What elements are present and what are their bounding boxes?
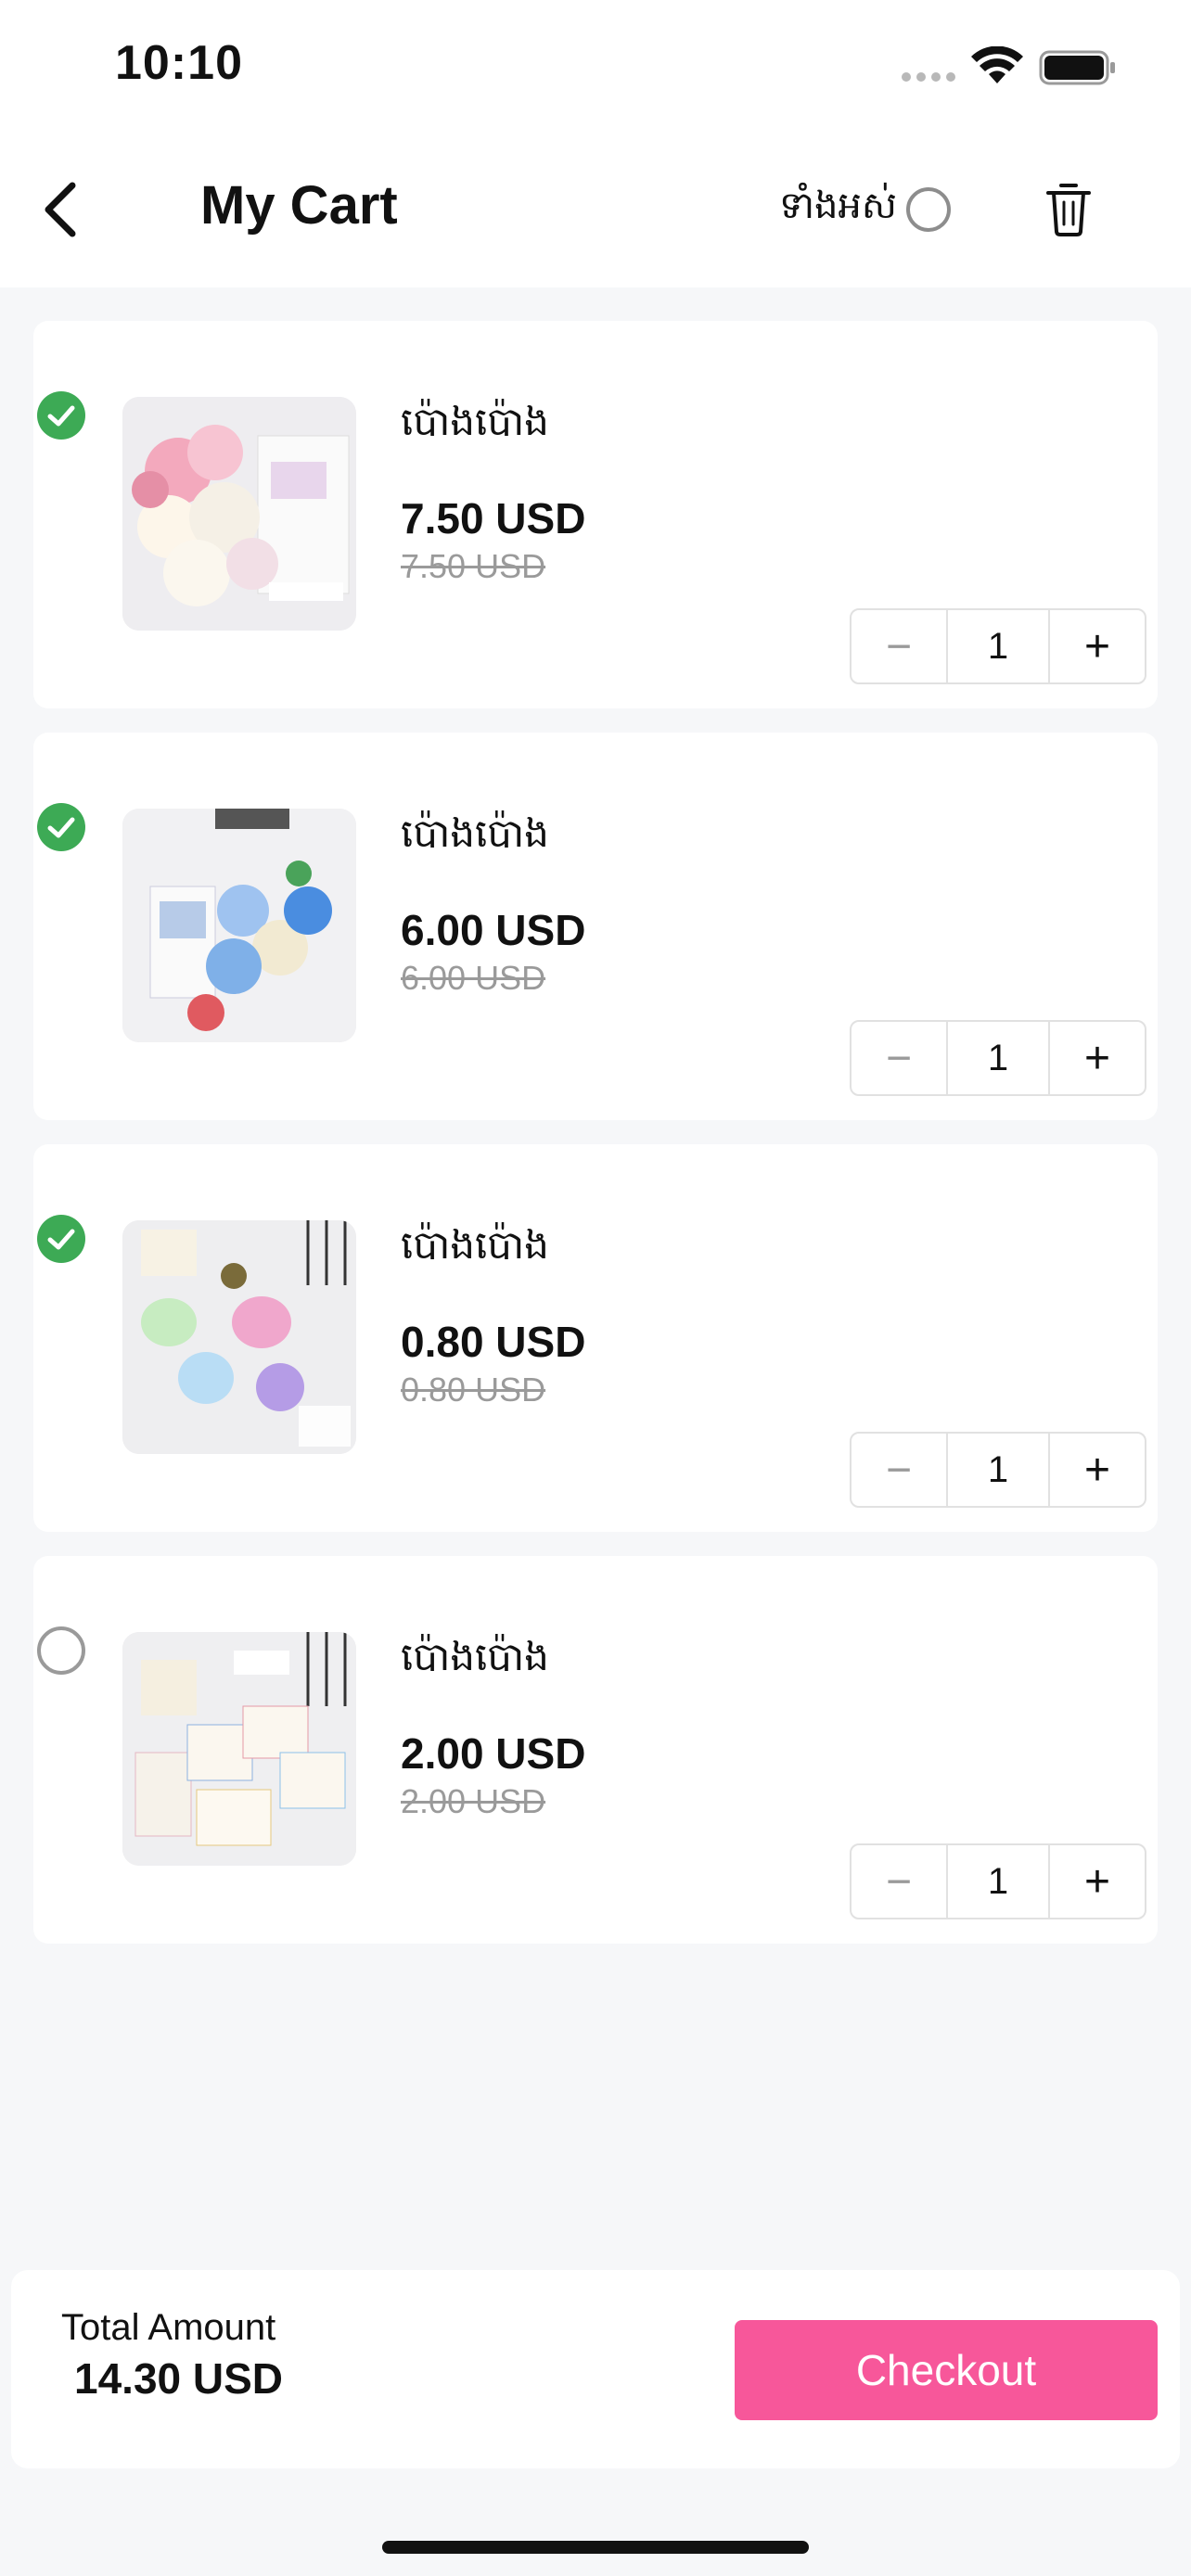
increase-quantity-button[interactable]: + [1048,1022,1145,1094]
item-checkbox[interactable] [37,1215,85,1263]
item-original-price: 6.00 USD [401,959,546,997]
quantity-value: 1 [987,1448,1009,1490]
total-amount-label: Total Amount [61,2307,276,2348]
item-original-price: 0.80 USD [401,1371,546,1409]
item-original-price: 2.00 USD [401,1782,546,1820]
quantity-stepper: − 1 + [850,1843,1146,1919]
item-original-price: 7.50 USD [401,547,546,585]
balloon-pack-image [122,809,356,1042]
item-checkbox[interactable] [37,391,85,440]
item-name: ប៉ោងប៉ោង [401,1222,549,1268]
quantity-value: 1 [987,1037,1009,1078]
quantity-stepper: − 1 + [850,1020,1146,1096]
decrease-quantity-button[interactable]: − [852,610,948,682]
checkout-footer: Total Amount 14.30 USD Checkout [11,2270,1180,2468]
checkout-button[interactable]: Checkout [735,2320,1158,2420]
wifi-icon [971,46,1023,83]
cart-item: ប៉ោងប៉ោង 2.00 USD 2.00 USD − 1 + [33,1556,1158,1944]
quantity-stepper: − 1 + [850,1432,1146,1508]
product-image[interactable] [122,397,356,631]
cart-item: ប៉ោងប៉ោង 0.80 USD 0.80 USD − 1 + [33,1144,1158,1532]
item-name: ប៉ោងប៉ោង [401,399,549,444]
item-price: 7.50 USD [401,494,586,542]
battery-icon [1039,50,1115,85]
status-bar: 10:10 [0,0,1191,139]
item-name: ប៉ោងប៉ោង [401,1634,549,1679]
increase-quantity-button[interactable]: + [1048,610,1145,682]
trash-icon [1046,184,1091,236]
select-all-radio[interactable] [905,186,951,232]
item-price: 2.00 USD [401,1729,586,1778]
cellular-signal-icon [902,72,955,82]
product-image[interactable] [122,1220,356,1454]
cart-item: ប៉ោងប៉ោង 6.00 USD 6.00 USD − 1 + [33,733,1158,1120]
decrease-quantity-button[interactable]: − [852,1845,948,1918]
header: My Cart ទាំងអស់ [0,139,1191,287]
item-price: 0.80 USD [401,1318,586,1366]
chevron-left-icon [45,182,76,237]
cart-list: ប៉ោងប៉ោង 7.50 USD 7.50 USD − 1 + ប៉ោងប៉ោ… [33,321,1158,1968]
welcome-banner-image [122,1632,356,1866]
checkmark-icon [47,1229,75,1250]
checkmark-icon [47,817,75,838]
home-indicator[interactable] [382,2541,809,2554]
quantity-stepper: − 1 + [850,608,1146,684]
cart-item: ប៉ោងប៉ោង 7.50 USD 7.50 USD − 1 + [33,321,1158,708]
select-all-label: ទាំងអស់ [779,185,897,227]
item-name: ប៉ោងប៉ោង [401,810,549,856]
product-image[interactable] [122,809,356,1042]
balloon-pack-image [122,1220,356,1454]
increase-quantity-button[interactable]: + [1048,1845,1145,1918]
item-price: 6.00 USD [401,906,586,954]
back-button[interactable] [33,174,89,245]
quantity-value: 1 [987,1860,1009,1902]
total-amount-value: 14.30 USD [74,2354,284,2403]
select-all-toggle[interactable]: ទាំងអស់ [779,182,951,236]
status-time: 10:10 [115,36,243,90]
decrease-quantity-button[interactable]: − [852,1434,948,1506]
quantity-value: 1 [987,625,1009,667]
page-title: My Cart [200,175,398,236]
item-checkbox[interactable] [37,803,85,851]
checkmark-icon [47,405,75,427]
delete-button[interactable] [1044,180,1093,237]
increase-quantity-button[interactable]: + [1048,1434,1145,1506]
product-image[interactable] [122,1632,356,1866]
decrease-quantity-button[interactable]: − [852,1022,948,1094]
balloon-pack-image [122,397,356,631]
item-checkbox[interactable] [37,1626,85,1675]
